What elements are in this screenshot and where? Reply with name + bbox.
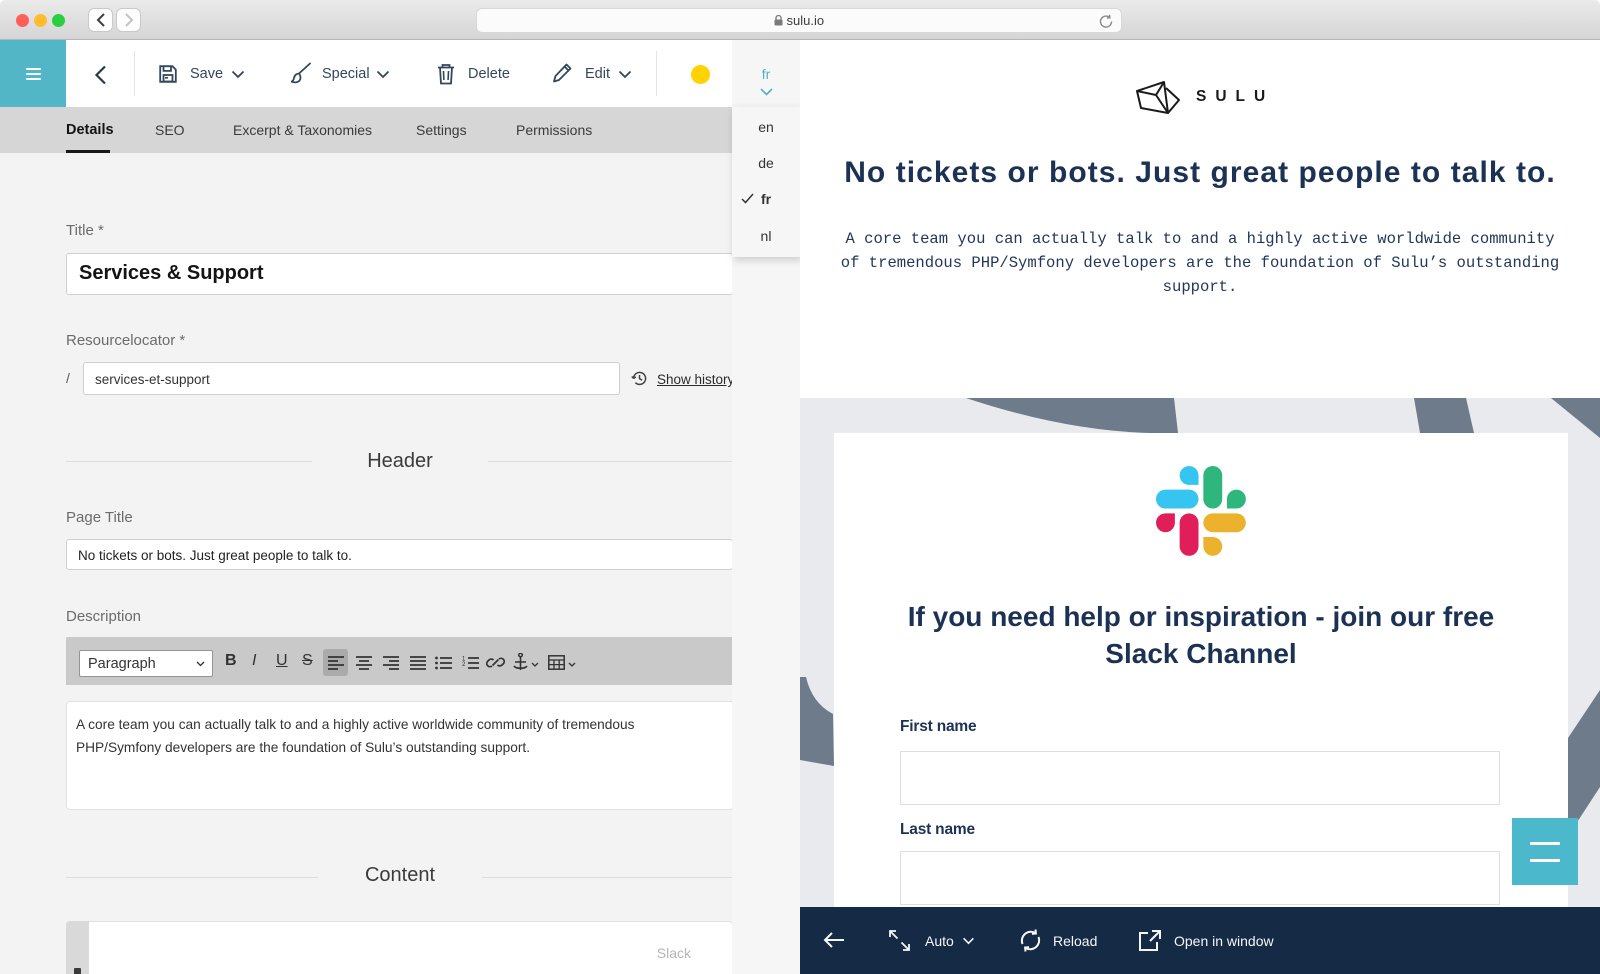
svg-text:2: 2 (462, 662, 466, 668)
